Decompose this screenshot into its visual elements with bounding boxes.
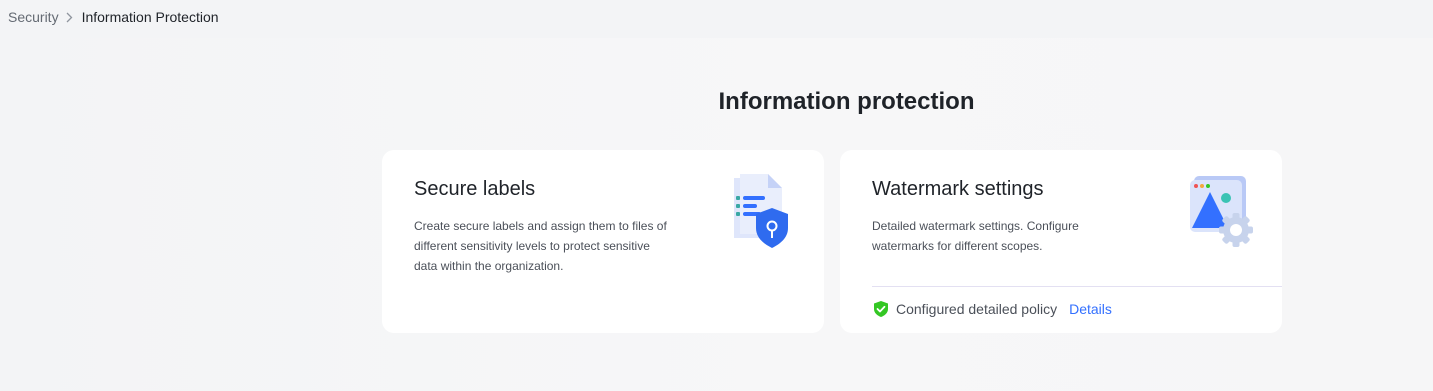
policy-status: Configured detailed policy Details	[872, 300, 1112, 318]
breadcrumb: Security Information Protection	[8, 0, 219, 34]
page-title: Information protection	[718, 88, 975, 115]
breadcrumb-current: Information Protection	[81, 9, 219, 25]
card-title: Secure labels	[414, 178, 536, 200]
card-divider	[872, 286, 1282, 287]
check-shield-icon	[872, 300, 890, 318]
watermark-settings-card[interactable]: Watermark settings Detailed watermark se…	[840, 150, 1282, 333]
breadcrumb-security-link[interactable]: Security	[8, 9, 59, 25]
chevron-right-icon	[66, 12, 73, 23]
status-text: Configured detailed policy	[896, 301, 1058, 317]
document-shield-icon	[730, 174, 794, 250]
card-title: Watermark settings	[872, 178, 1044, 200]
card-description: Create secure labels and assign them to …	[414, 219, 667, 273]
card-description: Detailed watermark settings. Configure w…	[872, 219, 1079, 253]
main-content: Information protection Secure labels Cre…	[4, 38, 1433, 391]
image-gear-icon	[1188, 174, 1253, 250]
secure-labels-card[interactable]: Secure labels Create secure labels and a…	[382, 150, 824, 333]
details-link[interactable]: Details	[1069, 301, 1112, 317]
